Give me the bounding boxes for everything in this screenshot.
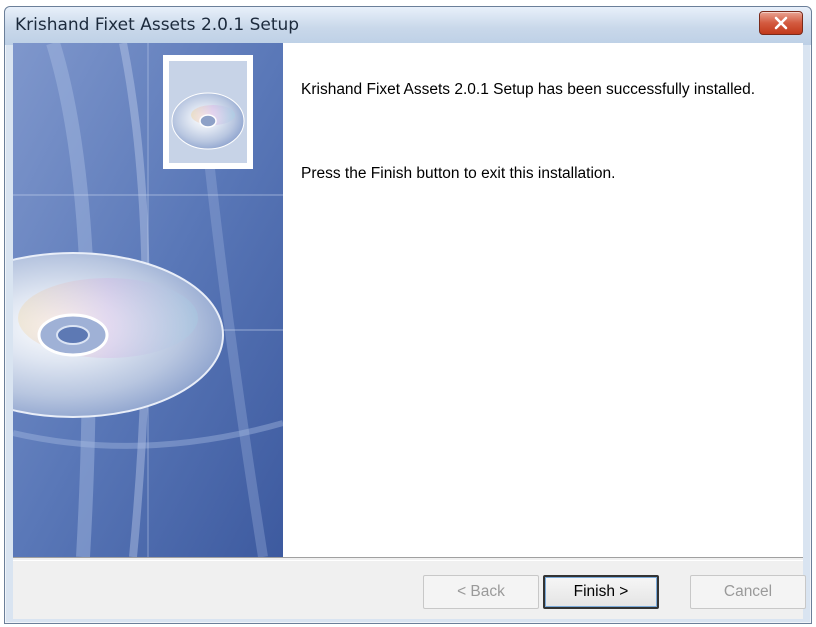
content-panel: Krishand Fixet Assets 2.0.1 Setup has be…: [283, 43, 803, 557]
close-button[interactable]: [759, 11, 803, 35]
cd-icon: [171, 92, 245, 150]
dialog-body: Krishand Fixet Assets 2.0.1 Setup has be…: [13, 43, 806, 619]
setup-window: Krishand Fixet Assets 2.0.1 Setup Krisha…: [4, 6, 812, 624]
close-icon: [774, 16, 788, 30]
window-title: Krishand Fixet Assets 2.0.1 Setup: [15, 15, 300, 35]
success-message: Krishand Fixet Assets 2.0.1 Setup has be…: [301, 81, 756, 98]
instruction-text: Press the Finish button to exit this ins…: [301, 165, 616, 182]
finish-button[interactable]: Finish >: [543, 575, 659, 609]
title-bar: Krishand Fixet Assets 2.0.1 Setup: [5, 7, 811, 45]
side-banner-image: [13, 43, 283, 557]
back-button[interactable]: < Back: [423, 575, 539, 609]
cancel-button[interactable]: Cancel: [690, 575, 806, 609]
button-area-divider: [13, 557, 803, 561]
